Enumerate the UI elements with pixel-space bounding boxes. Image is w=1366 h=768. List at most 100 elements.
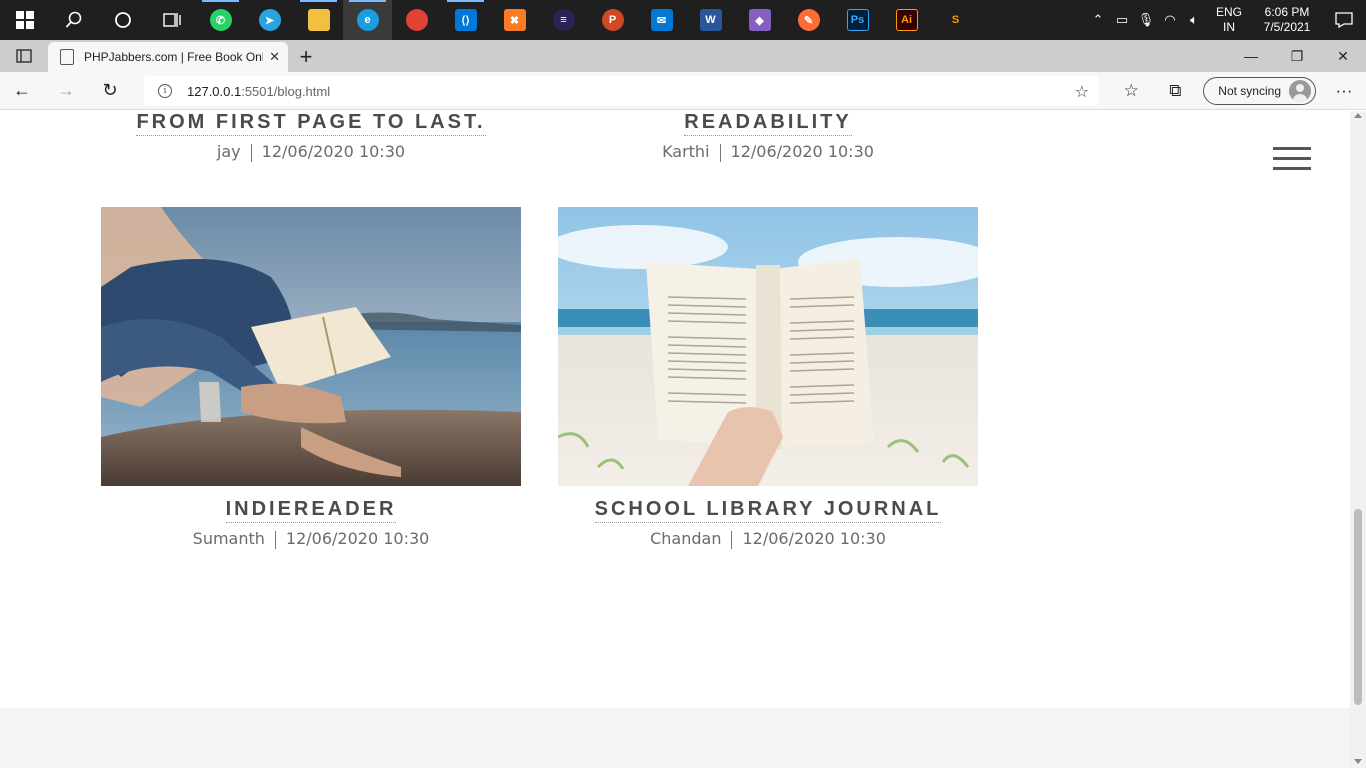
taskbar-app-telegram[interactable]: ➤ [245, 0, 294, 40]
post-title-link[interactable]: From first page to last. [136, 111, 486, 136]
collections-button[interactable]: ⧉ [1153, 72, 1197, 110]
chrome-icon [405, 9, 428, 31]
illustrator-icon: Ai [895, 9, 918, 31]
taskbar-app-file-explorer[interactable] [294, 0, 343, 40]
taskbar-app-word[interactable]: W [686, 0, 735, 40]
taskbar-app-postman[interactable]: ✎ [784, 0, 833, 40]
post-meta: jay 12/06/2020 10:30 [101, 142, 521, 162]
address-bar[interactable]: i 127.0.0.1:5501/blog.html ☆ [144, 76, 1099, 106]
task-view-button[interactable] [147, 0, 196, 40]
wifi-icon[interactable]: ◠ [1158, 12, 1182, 28]
taskbar-app-whatsapp[interactable]: ✆ [196, 0, 245, 40]
back-button[interactable]: ← [0, 72, 44, 110]
more-icon: ··· [1335, 81, 1353, 100]
cortana-icon [114, 12, 131, 28]
search-button[interactable] [49, 0, 98, 40]
microphone-icon[interactable]: 🎙︎ [1134, 12, 1158, 28]
meta-divider [731, 530, 733, 549]
add-favorite-icon[interactable]: ☆ [1075, 82, 1089, 102]
profile-button[interactable]: Not syncing [1203, 77, 1316, 105]
clock-time: 6:06 PM [1264, 5, 1310, 19]
search-icon [65, 11, 81, 28]
telegram-icon: ➤ [258, 9, 281, 31]
word-icon: W [699, 9, 722, 31]
post-title-link[interactable]: Readability [684, 111, 852, 136]
restore-button[interactable]: ❐ [1274, 40, 1320, 72]
hamburger-line [1273, 157, 1311, 160]
battery-icon[interactable]: ▭ [1110, 12, 1134, 28]
book-on-beach-photo [558, 207, 978, 486]
hamburger-line [1273, 167, 1311, 170]
taskbar-app-illustrator[interactable]: Ai [882, 0, 931, 40]
scroll-down-icon[interactable] [1354, 759, 1362, 764]
blog-post-card: Indiereader Sumanth 12/06/2020 10:30 [101, 207, 521, 549]
info-icon[interactable]: i [158, 84, 172, 98]
meta-divider [274, 530, 276, 549]
taskbar-app-visual-studio[interactable]: ◆ [735, 0, 784, 40]
favorites-button[interactable]: ☆ [1109, 72, 1153, 110]
input-language[interactable]: ENG IN [1212, 5, 1246, 35]
tab-actions-button[interactable] [0, 40, 48, 72]
menu-toggle-button[interactable] [1273, 147, 1311, 171]
edge-icon: e [356, 9, 379, 31]
volume-icon[interactable]: 🔈︎ [1182, 12, 1206, 28]
clock[interactable]: 6:06 PM 7/5/2021 [1252, 5, 1322, 35]
close-tab-icon[interactable]: ✕ [269, 49, 280, 65]
powerpoint-icon: P [601, 9, 624, 31]
post-author: jay [216, 142, 241, 161]
forward-button[interactable]: → [44, 72, 88, 110]
blog-post-card: School Library Journal Chandan 12/06/2020… [558, 207, 978, 549]
meta-divider [719, 143, 721, 162]
taskbar-app-chrome[interactable] [392, 0, 441, 40]
navigation-bar: ← → ↻ i 127.0.0.1:5501/blog.html ☆ ☆ ⧉ N… [0, 72, 1366, 110]
post-title-link[interactable]: School Library Journal [594, 498, 942, 523]
refresh-icon: ↻ [102, 80, 118, 100]
page-scrollbar[interactable] [1350, 111, 1366, 768]
xampp-icon: ✖ [503, 9, 526, 31]
post-author: Chandan [650, 529, 722, 548]
taskbar-app-edge[interactable]: e [343, 0, 392, 40]
tab-title: PHPJabbers.com | Free Book Online [84, 50, 264, 64]
system-tray: ⌃ ▭ 🎙︎ ◠ 🔈︎ ENG IN 6:06 PM 7/5/2021 [1086, 0, 1366, 40]
arrow-right-icon: → [57, 80, 75, 100]
close-window-button[interactable]: ✕ [1320, 40, 1366, 72]
scroll-up-icon[interactable] [1354, 113, 1362, 118]
page-footer [0, 708, 1350, 768]
whatsapp-icon: ✆ [209, 9, 232, 31]
chevron-up-icon[interactable]: ⌃ [1086, 12, 1110, 28]
settings-menu-button[interactable]: ··· [1322, 72, 1366, 110]
post-author: Sumanth [192, 529, 265, 548]
minimize-icon: — [1244, 48, 1258, 64]
post-image[interactable] [101, 207, 521, 486]
mail-icon: ✉ [650, 9, 673, 31]
meta-divider [250, 143, 252, 162]
browser-tab[interactable]: PHPJabbers.com | Free Book Online ✕ [48, 42, 288, 72]
scroll-thumb[interactable] [1354, 509, 1362, 705]
url-path: :5501/blog.html [241, 83, 331, 99]
plus-icon: + [299, 44, 313, 69]
taskbar-app-vscode[interactable]: ⟨⟩ [441, 0, 490, 40]
new-tab-button[interactable]: + [288, 42, 324, 72]
taskbar-app-powerpoint[interactable]: P [588, 0, 637, 40]
taskbar-app-xampp[interactable]: ✖ [490, 0, 539, 40]
taskbar-app-sublime[interactable]: S [931, 0, 980, 40]
windows-icon [15, 11, 34, 29]
post-image[interactable] [558, 207, 978, 486]
refresh-button[interactable]: ↻ [88, 72, 132, 110]
vscode-icon: ⟨⟩ [454, 9, 477, 31]
start-button[interactable] [0, 0, 49, 40]
taskbar-app-photoshop[interactable]: Ps [833, 0, 882, 40]
post-title-link[interactable]: Indiereader [225, 498, 397, 523]
post-meta: Karthi 12/06/2020 10:30 [558, 142, 978, 162]
browser-toolbar: ☆ ⧉ Not syncing ··· [1109, 72, 1366, 110]
woman-reading-photo [101, 207, 521, 486]
tab-strip: PHPJabbers.com | Free Book Online ✕ + — … [0, 40, 1366, 72]
cortana-button[interactable] [98, 0, 147, 40]
restore-icon: ❐ [1290, 47, 1304, 64]
close-icon: ✕ [1337, 47, 1349, 64]
minimize-button[interactable]: — [1228, 40, 1274, 72]
taskbar-app-mail[interactable]: ✉ [637, 0, 686, 40]
taskbar-app-eclipse[interactable]: ≡ [539, 0, 588, 40]
notifications-button[interactable] [1322, 12, 1366, 28]
